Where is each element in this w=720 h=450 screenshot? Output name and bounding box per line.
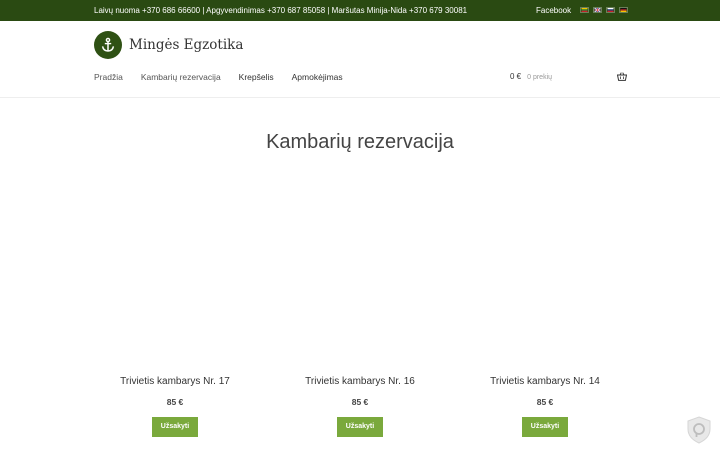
site-title[interactable]: Mingės Egzotika: [129, 37, 243, 53]
nav-item-checkout[interactable]: Apmokėjimas: [292, 72, 343, 82]
flag-en-icon[interactable]: [593, 7, 602, 13]
product-name[interactable]: Trivietis kambarys Nr. 17: [100, 376, 250, 387]
flag-lt-icon[interactable]: [580, 7, 589, 13]
flag-de-icon[interactable]: [619, 7, 628, 13]
order-button[interactable]: Užsakyti: [337, 417, 383, 437]
contact-info: Laivų nuoma +370 686 66600 | Apgyvendini…: [94, 6, 468, 15]
product-name[interactable]: Trivietis kambarys Nr. 16: [285, 376, 435, 387]
language-switcher: [580, 7, 628, 13]
product-card: Trivietis kambarys Nr. 17 85 € Užsakyti: [100, 376, 250, 437]
nav-item-cart[interactable]: Krepšelis: [239, 72, 274, 82]
order-button[interactable]: Užsakyti: [522, 417, 568, 437]
facebook-link[interactable]: Facebook: [536, 6, 571, 15]
main-navigation: Pradžia Kambarių rezervacija Krepšelis A…: [94, 72, 361, 82]
cart-summary[interactable]: 0 € 0 prekių: [510, 72, 552, 81]
product-price: 85 €: [351, 397, 369, 407]
anchor-icon: [101, 37, 115, 52]
cart-total: 0 €: [510, 72, 522, 81]
flag-ru-icon[interactable]: [606, 7, 615, 13]
order-button[interactable]: Užsakyti: [152, 417, 198, 437]
header-divider: [0, 97, 720, 98]
site-logo[interactable]: [94, 31, 122, 59]
product-price: 85 €: [536, 397, 554, 407]
product-name[interactable]: Trivietis kambarys Nr. 14: [470, 376, 620, 387]
top-bar: Laivų nuoma +370 686 66600 | Apgyvendini…: [0, 0, 720, 21]
product-card: Trivietis kambarys Nr. 16 85 € Užsakyti: [285, 376, 435, 437]
cart-count: 0 prekių: [527, 74, 553, 81]
basket-icon[interactable]: [617, 72, 627, 81]
nav-item-room-booking[interactable]: Kambarių rezervacija: [141, 72, 221, 82]
privacy-shield-icon[interactable]: [686, 416, 712, 444]
nav-item-home[interactable]: Pradžia: [94, 72, 123, 82]
page-title: Kambarių rezervacija: [266, 131, 454, 153]
product-card: Trivietis kambarys Nr. 14 85 € Užsakyti: [470, 376, 620, 437]
product-price: 85 €: [166, 397, 184, 407]
